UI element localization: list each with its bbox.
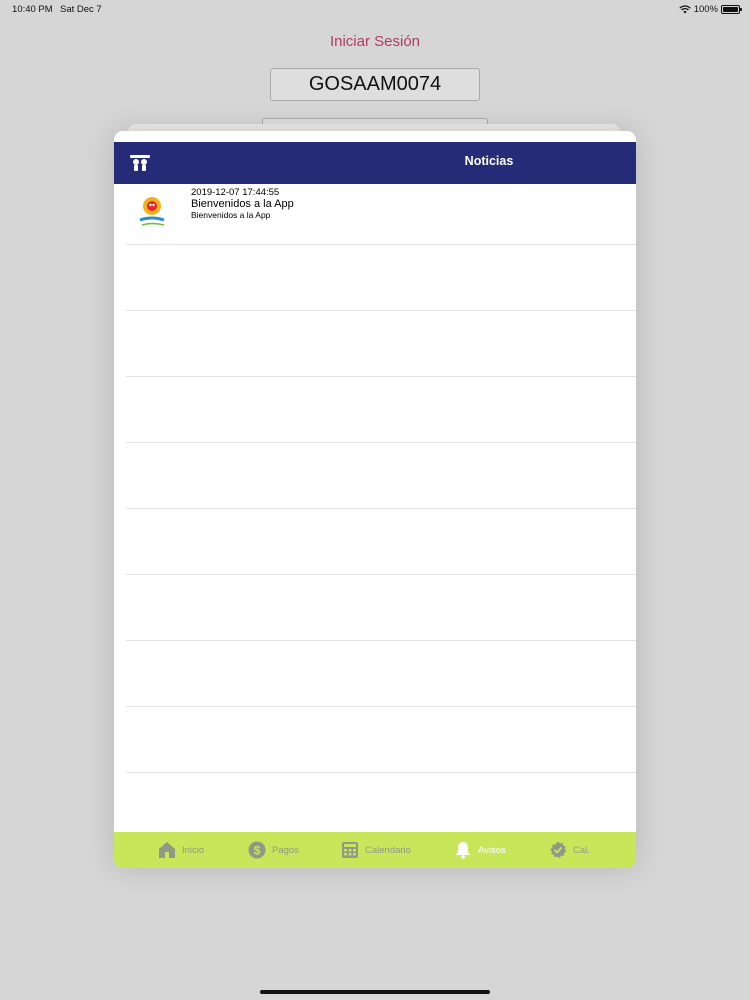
battery-fill (723, 7, 738, 12)
empty-row (126, 509, 636, 575)
tab-label: Avisos (478, 844, 506, 856)
news-list: 2019-12-07 17:44:55 Bienvenidos a la App… (114, 184, 636, 773)
tab-bar: Inicio $ Pagos Calendario Avisos Cal. (114, 832, 636, 868)
nav-title: Noticias (464, 154, 514, 168)
tab-pagos[interactable]: $ Pagos (248, 832, 299, 868)
dollar-icon: $ (248, 841, 266, 859)
status-time: 10:40 PM (12, 4, 53, 15)
empty-row (126, 245, 636, 311)
status-right: 100% (679, 4, 742, 15)
empty-row (126, 443, 636, 509)
home-icon (159, 842, 175, 858)
bell-icon (456, 842, 470, 859)
empty-row (126, 377, 636, 443)
calendar-icon (342, 842, 358, 858)
username-field[interactable]: GOSAAM0074 (270, 68, 480, 101)
news-modal: Noticias 2019-12-07 17:44:55 Bienvenidos… (114, 131, 636, 868)
news-item[interactable]: 2019-12-07 17:44:55 Bienvenidos a la App… (126, 184, 636, 245)
svg-text:$: $ (254, 844, 261, 858)
tab-label: Pagos (272, 844, 299, 856)
home-indicator[interactable] (260, 990, 490, 994)
tab-calificaciones[interactable]: Cal. (549, 832, 590, 868)
tab-calendario[interactable]: Calendario (341, 832, 411, 868)
people-icon[interactable] (129, 154, 151, 172)
tab-label: Cal. (573, 844, 590, 856)
battery-icon (721, 5, 742, 14)
news-title: Bienvenidos a la App (191, 198, 294, 210)
empty-row (126, 641, 636, 707)
discovery-logo-icon (139, 197, 165, 226)
login-title: Iniciar Sesión (329, 33, 421, 50)
news-date: 2019-12-07 17:44:55 (191, 187, 280, 198)
wifi-icon (679, 5, 691, 14)
empty-row (126, 575, 636, 641)
empty-row (126, 311, 636, 377)
tab-label: Calendario (365, 844, 411, 856)
status-bar: 10:40 PM Sat Dec 7 100% (0, 0, 750, 18)
check-badge-icon (550, 841, 567, 858)
tab-label: Inicio (182, 844, 205, 856)
empty-row (126, 707, 636, 773)
tab-inicio[interactable]: Inicio (158, 832, 204, 868)
tab-avisos[interactable]: Avisos (454, 832, 506, 868)
battery-percent: 100% (693, 4, 718, 15)
news-subtitle: Bienvenidos a la App (191, 210, 271, 220)
status-date: Sat Dec 7 (60, 4, 102, 15)
nav-bar: Noticias (114, 142, 636, 184)
